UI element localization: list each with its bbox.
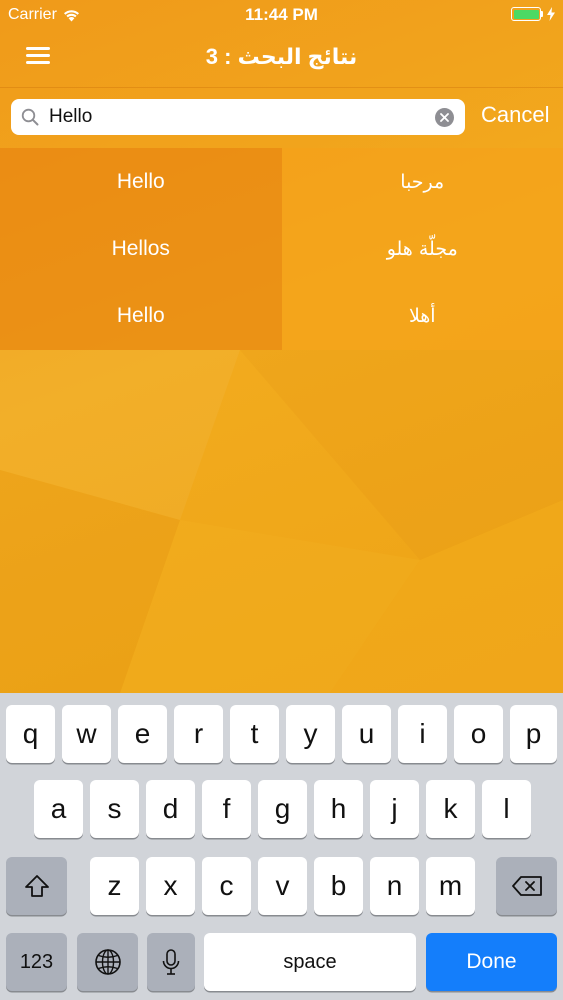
key-b[interactable]: b [314, 857, 363, 915]
key-y[interactable]: y [286, 705, 335, 763]
numbers-key[interactable]: 123 [6, 933, 67, 991]
english-column: Hello Hellos Hello [0, 148, 282, 350]
key-r[interactable]: r [174, 705, 223, 763]
key-l[interactable]: l [482, 780, 531, 838]
space-key[interactable]: space [204, 933, 416, 991]
key-m[interactable]: m [426, 857, 475, 915]
result-arabic-3[interactable]: أهلا [282, 283, 563, 350]
globe-icon [94, 949, 121, 975]
key-g[interactable]: g [258, 780, 307, 838]
result-english-1[interactable]: Hello [0, 148, 282, 215]
result-english-3[interactable]: Hello [0, 283, 282, 350]
search-results: Hello Hellos Hello مرحبا مجلّة هلو أهلا [0, 148, 563, 350]
shift-key[interactable] [6, 857, 67, 915]
result-arabic-2[interactable]: مجلّة هلو [282, 215, 563, 282]
result-english-2[interactable]: Hellos [0, 215, 282, 282]
key-q[interactable]: q [6, 705, 55, 763]
key-n[interactable]: n [370, 857, 419, 915]
result-arabic-1[interactable]: مرحبا [282, 148, 563, 215]
key-d[interactable]: d [146, 780, 195, 838]
keyboard: q w e r t y u i o p a s d f g h j k l z … [0, 693, 563, 1000]
status-bar: Carrier 11:44 PM [0, 0, 563, 30]
key-e[interactable]: e [118, 705, 167, 763]
arabic-column: مرحبا مجلّة هلو أهلا [281, 148, 563, 350]
search-bar: Cancel [0, 87, 563, 147]
done-key[interactable]: Done [426, 933, 557, 991]
navigation-bar: نتائج البحث : 3 [0, 30, 563, 86]
backspace-icon [511, 876, 542, 896]
battery-icon [511, 7, 555, 21]
key-x[interactable]: x [146, 857, 195, 915]
search-field[interactable] [11, 99, 465, 135]
search-input[interactable] [49, 103, 429, 131]
key-u[interactable]: u [342, 705, 391, 763]
key-c[interactable]: c [202, 857, 251, 915]
clear-icon[interactable] [435, 108, 454, 127]
key-i[interactable]: i [398, 705, 447, 763]
key-f[interactable]: f [202, 780, 251, 838]
key-w[interactable]: w [62, 705, 111, 763]
key-z[interactable]: z [90, 857, 139, 915]
clock: 11:44 PM [245, 5, 318, 24]
key-p[interactable]: p [510, 705, 557, 763]
key-k[interactable]: k [426, 780, 475, 838]
dictation-key[interactable] [147, 933, 195, 991]
key-o[interactable]: o [454, 705, 503, 763]
key-j[interactable]: j [370, 780, 419, 838]
search-icon [21, 108, 39, 126]
globe-key[interactable] [77, 933, 138, 991]
charging-icon [547, 7, 555, 21]
cancel-button[interactable]: Cancel [481, 102, 549, 128]
backspace-key[interactable] [496, 857, 557, 915]
key-h[interactable]: h [314, 780, 363, 838]
shift-icon [24, 875, 49, 897]
key-a[interactable]: a [34, 780, 83, 838]
key-v[interactable]: v [258, 857, 307, 915]
microphone-icon [162, 949, 180, 975]
key-t[interactable]: t [230, 705, 279, 763]
page-title: نتائج البحث : 3 [205, 44, 358, 69]
key-s[interactable]: s [90, 780, 139, 838]
